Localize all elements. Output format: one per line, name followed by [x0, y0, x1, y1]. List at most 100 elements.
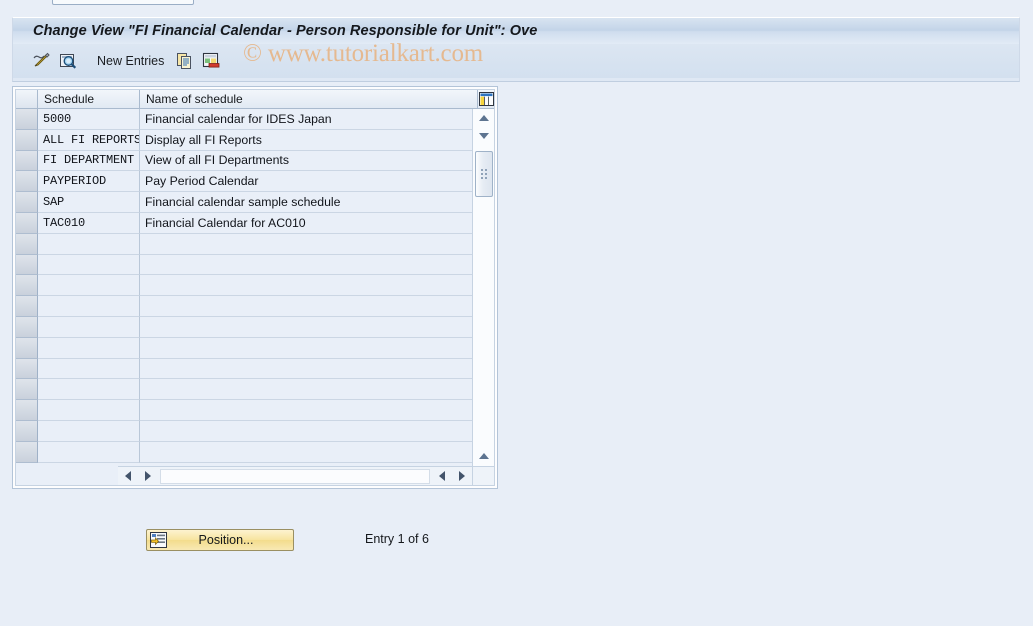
cell-schedule[interactable]: PAYPERIOD: [38, 171, 140, 193]
cell-name-of-schedule[interactable]: [140, 379, 478, 401]
scrollbar-corner: [472, 466, 494, 485]
position-button-label: Position...: [198, 533, 254, 547]
display-change-icon[interactable]: [31, 50, 53, 72]
cell-name-of-schedule[interactable]: Display all FI Reports: [140, 129, 478, 151]
row-select-button[interactable]: [16, 379, 38, 401]
cell-schedule[interactable]: ALL FI REPORTS: [38, 129, 140, 151]
cell-schedule[interactable]: [38, 400, 140, 421]
cell-name-of-schedule[interactable]: Financial calendar sample schedule: [140, 192, 478, 213]
cell-schedule[interactable]: [38, 296, 140, 317]
cell-name-of-schedule[interactable]: Pay Period Calendar: [140, 171, 478, 193]
position-button[interactable]: Position...: [146, 529, 294, 551]
table-horizontal-scrollbar[interactable]: [118, 466, 472, 485]
table-row-empty[interactable]: [16, 337, 478, 359]
cell-name-of-schedule[interactable]: [140, 254, 478, 276]
table-row[interactable]: PAYPERIOD Pay Period Calendar: [16, 171, 478, 193]
row-select-button[interactable]: [16, 254, 38, 276]
copy-as-icon[interactable]: [174, 50, 196, 72]
cell-name-of-schedule[interactable]: [140, 316, 478, 338]
delete-row-icon[interactable]: [200, 50, 222, 72]
cell-schedule[interactable]: TAC010: [38, 212, 140, 234]
cell-name-of-schedule[interactable]: [140, 275, 478, 297]
cell-schedule[interactable]: [38, 233, 140, 255]
scroll-far-left-icon[interactable]: [432, 468, 452, 485]
table-row-empty[interactable]: [16, 420, 478, 442]
table-row-empty[interactable]: [16, 316, 478, 338]
schedule-table-frame: Schedule Name of schedule 5000Financial: [12, 86, 498, 489]
row-select-button[interactable]: [16, 233, 38, 255]
column-header-schedule[interactable]: Schedule: [38, 90, 140, 108]
table-row-empty[interactable]: [16, 275, 478, 297]
scroll-far-right-icon[interactable]: [452, 468, 472, 485]
table-row-empty[interactable]: [16, 358, 478, 380]
cell-name-of-schedule[interactable]: [140, 420, 478, 442]
row-select-button[interactable]: [16, 316, 38, 338]
cell-name-of-schedule[interactable]: [140, 441, 478, 463]
window-title-bar: Change View "FI Financial Calendar - Per…: [12, 17, 1020, 44]
table-row[interactable]: 5000 Financial calendar for IDES Japan: [16, 109, 478, 130]
cell-name-of-schedule[interactable]: [140, 358, 478, 380]
cell-schedule[interactable]: [38, 254, 140, 276]
table-body: 5000 Financial calendar for IDES Japan ALL…: [16, 109, 478, 464]
row-select-button[interactable]: [16, 171, 38, 193]
toolbar-command-field-stub[interactable]: [52, 0, 194, 5]
row-select-button[interactable]: [16, 358, 38, 380]
table-vertical-scrollbar[interactable]: [472, 109, 494, 483]
cell-schedule[interactable]: [38, 420, 140, 442]
row-select-button[interactable]: [16, 296, 38, 317]
row-select-button[interactable]: [16, 337, 38, 359]
cell-schedule[interactable]: [38, 316, 140, 338]
table-row-empty[interactable]: [16, 296, 478, 317]
header-select-all-cell[interactable]: [16, 90, 38, 108]
scroll-page-up-icon[interactable]: [473, 447, 494, 465]
row-select-button[interactable]: [16, 212, 38, 234]
row-select-button[interactable]: [16, 275, 38, 297]
scroll-left-icon[interactable]: [118, 468, 138, 485]
table-row-empty[interactable]: [16, 233, 478, 255]
cell-name-of-schedule[interactable]: View of all FI Departments: [140, 150, 478, 172]
table-row-empty[interactable]: [16, 441, 478, 463]
details-magnifier-icon[interactable]: [57, 50, 79, 72]
scroll-right-icon[interactable]: [138, 468, 158, 485]
cell-name-of-schedule[interactable]: [140, 337, 478, 359]
cell-schedule[interactable]: [38, 379, 140, 401]
table-row[interactable]: SAP Financial calendar sample schedule: [16, 192, 478, 213]
schedule-table: Schedule Name of schedule 5000Financial: [15, 89, 495, 486]
row-select-button[interactable]: [16, 400, 38, 421]
cell-schedule[interactable]: [38, 275, 140, 297]
table-row-empty[interactable]: [16, 254, 478, 276]
cell-schedule[interactable]: [38, 441, 140, 463]
cell-schedule[interactable]: [38, 337, 140, 359]
row-select-button[interactable]: [16, 150, 38, 172]
cell-schedule[interactable]: SAP: [38, 192, 140, 213]
table-row[interactable]: TAC010 Financial Calendar for AC010: [16, 212, 478, 234]
entry-status-text: Entry 1 of 6: [365, 532, 429, 546]
row-select-button[interactable]: [16, 441, 38, 463]
scroll-up-icon[interactable]: [473, 109, 494, 127]
table-row[interactable]: ALL FI REPORTS Display all FI Reports: [16, 129, 478, 151]
cell-name-of-schedule[interactable]: Financial Calendar for AC010: [140, 212, 478, 234]
new-entries-button[interactable]: New Entries: [97, 54, 164, 68]
table-row-empty[interactable]: [16, 400, 478, 421]
table-row-empty[interactable]: [16, 379, 478, 401]
column-header-name-of-schedule[interactable]: Name of schedule: [140, 90, 478, 108]
table-header-row: Schedule Name of schedule: [16, 90, 494, 109]
row-select-button[interactable]: [16, 129, 38, 151]
cell-name-of-schedule[interactable]: Financial calendar for IDES Japan: [140, 109, 478, 130]
row-select-button[interactable]: [16, 420, 38, 442]
cell-name-of-schedule[interactable]: [140, 296, 478, 317]
table-row[interactable]: FI DEPARTMENT View of all FI Departments: [16, 150, 478, 172]
row-select-button[interactable]: [16, 109, 38, 130]
cell-schedule[interactable]: FI DEPARTMENT: [38, 150, 140, 172]
cell-name-of-schedule[interactable]: [140, 233, 478, 255]
row-select-button[interactable]: [16, 192, 38, 213]
vertical-scrollbar-thumb[interactable]: [475, 151, 493, 197]
scroll-down-icon[interactable]: [473, 127, 494, 145]
main-content-area: Schedule Name of schedule 5000Financial: [0, 82, 1033, 626]
position-list-icon: [150, 532, 167, 548]
cell-schedule[interactable]: [38, 358, 140, 380]
cell-name-of-schedule[interactable]: [140, 400, 478, 421]
table-settings-icon[interactable]: [478, 90, 494, 108]
horizontal-scrollbar-track[interactable]: [160, 468, 430, 484]
cell-schedule[interactable]: 5000: [38, 109, 140, 130]
